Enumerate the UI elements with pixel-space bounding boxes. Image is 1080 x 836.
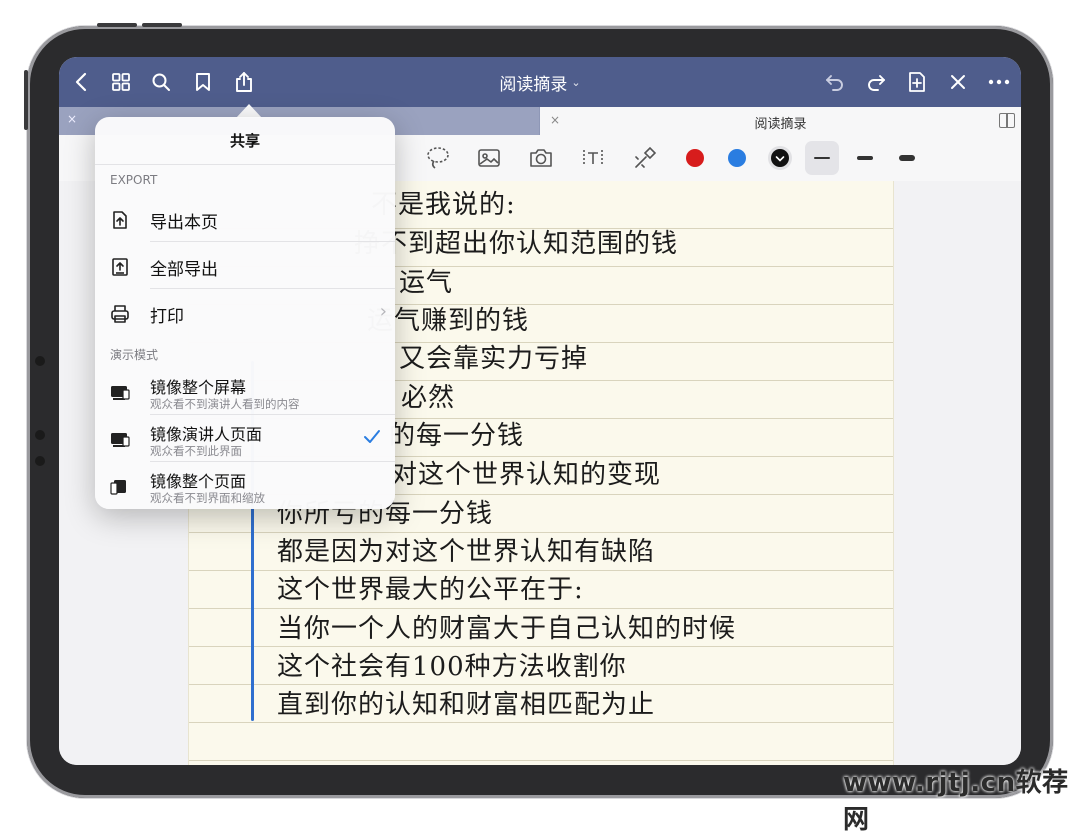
note-line: 必然 — [401, 383, 456, 413]
mirror-screen-option[interactable]: 镜像整个屏幕 观众看不到演讲人看到的内容 — [95, 368, 395, 415]
stroke-thin-selected[interactable] — [805, 141, 839, 175]
export-all-label: 全部导出 — [150, 260, 218, 280]
checkmark-icon — [363, 429, 381, 449]
note-line: 对这个世界认知的变现 — [391, 460, 662, 490]
chevron-right-icon: › — [379, 301, 387, 322]
split-view-icon[interactable] — [999, 113, 1015, 128]
mirror-presenter-subtitle: 观众看不到此界面 — [150, 444, 242, 458]
mirror-presenter-option[interactable]: 镜像演讲人页面 观众看不到此界面 — [95, 415, 395, 462]
note-line: 的每一分钱 — [389, 421, 525, 451]
more-icon[interactable] — [987, 70, 1011, 94]
share-popover: 共享 EXPORT 导出本页 全部导出 打印 › 演示模式 镜像整个屏幕 观众看… — [95, 117, 395, 509]
undo-icon[interactable] — [823, 70, 847, 94]
mirror-screen-subtitle: 观众看不到演讲人看到的内容 — [150, 397, 300, 411]
note-line: 当你一个人的财富大于自己认知的时候 — [277, 614, 737, 644]
note-line: 挣不到超出你认知范围的钱 — [354, 229, 679, 259]
export-section-header: EXPORT — [110, 173, 158, 187]
export-all-button[interactable]: 全部导出 — [95, 242, 395, 289]
camera-icon[interactable] — [526, 143, 556, 173]
mirror-presenter-label: 镜像演讲人页面 — [150, 425, 263, 444]
popover-arrow — [236, 104, 262, 118]
popover-title: 共享 — [95, 117, 395, 165]
print-button[interactable]: 打印 › — [95, 289, 395, 336]
laser-pointer-icon[interactable] — [630, 143, 660, 173]
export-all-icon — [109, 256, 131, 278]
mirror-page-option[interactable]: 镜像整个页面 观众看不到界面和缩放 — [95, 462, 395, 509]
mirror-page-icon — [109, 476, 131, 498]
chevron-down-icon: ⌄ — [571, 75, 581, 89]
text-box-icon[interactable] — [578, 143, 608, 173]
export-page-icon — [109, 209, 131, 231]
watermark: www.rjtj.cn软荐网 — [843, 768, 1069, 835]
tab-label: 阅读摘录 — [754, 117, 807, 132]
note-line: 这个世界最大的公平在于: — [277, 575, 584, 605]
mirror-screen-label: 镜像整个屏幕 — [150, 378, 247, 397]
document-title-text: 阅读摘录 — [499, 74, 568, 95]
note-line: 都是因为对这个世界认知有缺陷 — [277, 537, 656, 567]
print-label: 打印 — [150, 307, 184, 327]
pen-color-blue[interactable] — [728, 149, 746, 167]
presentation-section-header: 演示模式 — [110, 348, 159, 362]
stroke-thick[interactable] — [899, 155, 915, 161]
note-line: 运气 — [399, 268, 454, 298]
tab-close-icon[interactable]: × — [67, 112, 77, 126]
mirror-screen-icon — [109, 382, 131, 404]
pen-color-black[interactable] — [767, 145, 793, 171]
close-icon[interactable] — [946, 70, 970, 94]
export-page-label: 导出本页 — [150, 213, 218, 233]
note-line: 又会靠实力亏掉 — [399, 344, 589, 374]
redo-icon[interactable] — [864, 70, 888, 94]
stroke-medium[interactable] — [857, 156, 873, 160]
image-icon[interactable] — [474, 143, 504, 173]
mirror-page-subtitle: 观众看不到界面和缩放 — [150, 491, 265, 505]
print-icon — [109, 303, 131, 325]
top-toolbar: 阅读摘录 ⌄ — [59, 57, 1021, 107]
add-page-icon[interactable] — [905, 70, 929, 94]
mirror-page-label: 镜像整个页面 — [150, 472, 247, 491]
export-page-button[interactable]: 导出本页 — [95, 195, 395, 242]
lasso-icon[interactable] — [423, 143, 453, 173]
mirror-presenter-icon — [109, 429, 131, 451]
note-line: 这个社会有100种方法收割你 — [277, 652, 627, 682]
note-line: 直到你的认知和财富相匹配为止 — [277, 690, 656, 720]
pen-color-red[interactable] — [686, 149, 704, 167]
tab-active[interactable]: × 阅读摘录 — [540, 107, 1021, 135]
